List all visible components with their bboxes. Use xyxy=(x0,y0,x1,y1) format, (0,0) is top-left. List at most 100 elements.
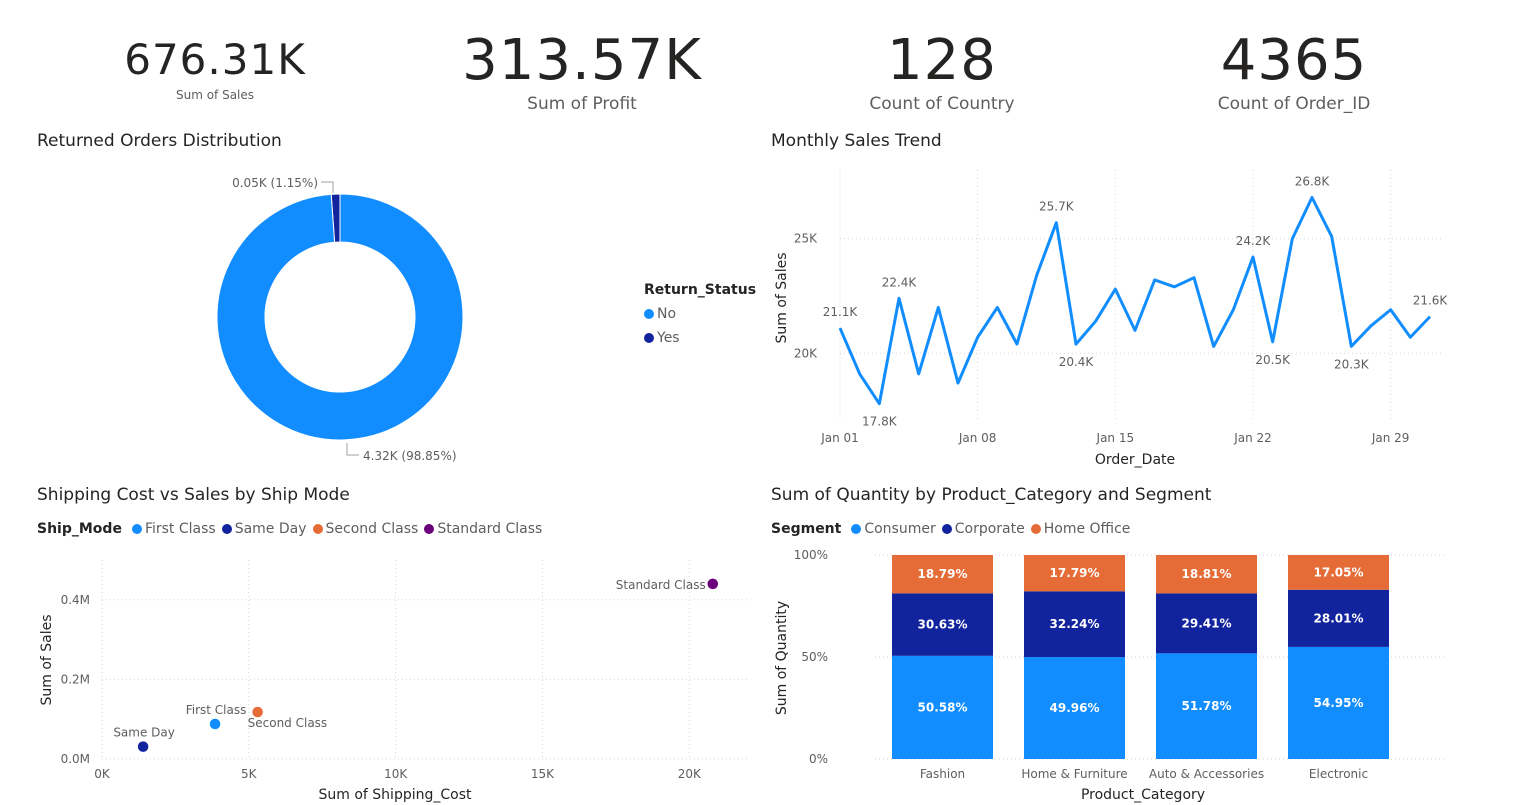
bar-data-label: 18.81% xyxy=(1182,567,1232,581)
legend-item-yes[interactable]: Yes xyxy=(644,330,756,346)
scatter-point-label: First Class xyxy=(186,703,247,717)
y-tick-label: 100% xyxy=(794,548,828,562)
kpi-label: Sum of Sales xyxy=(175,88,255,102)
legend-dot-icon xyxy=(312,524,323,534)
bar-data-label: 17.79% xyxy=(1050,566,1100,580)
x-tick-label: Jan 01 xyxy=(820,431,859,445)
scatter-point-same-day xyxy=(137,740,149,753)
quantity-title: Sum of Quantity by Product_Category and … xyxy=(771,485,1212,505)
legend-label: Second Class xyxy=(325,521,419,537)
donut-leader-line xyxy=(321,181,334,193)
scatter-point-first-class xyxy=(209,718,221,730)
monthly-sales-line-chart[interactable]: 20K 25K Jan 01 Jan 08 Jan 15 Jan 22 Jan 29 Orde… xyxy=(765,160,1465,472)
legend-dot-icon xyxy=(644,333,654,343)
shipping-cost-scatter-chart[interactable]: 0.0M 0.2M 0.4M 0K 5K 10K 15K 20K Sum of Shipping… xyxy=(30,548,760,805)
legend-title: Return_Status xyxy=(644,282,757,298)
legend-item-corporate[interactable]: Corporate xyxy=(936,521,1025,537)
legend-dot-icon xyxy=(644,309,654,319)
y-tick-label: 0.4M xyxy=(61,593,90,607)
x-tick-label: Fashion xyxy=(920,767,965,781)
bar-data-label: 30.63% xyxy=(918,618,968,632)
bar-data-label: 51.78% xyxy=(1182,699,1232,713)
legend-item-standard-class[interactable]: Standard Class xyxy=(418,521,542,537)
x-tick-label: 10K xyxy=(384,767,408,781)
bar-data-label: 54.95% xyxy=(1314,696,1364,710)
line-data-label: 25.7K xyxy=(1039,200,1075,214)
y-axis-title: Sum of Sales xyxy=(774,252,790,343)
x-tick-label: Jan 22 xyxy=(1233,431,1272,445)
returned-orders-title: Returned Orders Distribution xyxy=(37,131,282,151)
x-tick-label: Home & Furniture xyxy=(1021,767,1127,781)
line-data-label: 20.4K xyxy=(1059,355,1095,369)
legend-label: Yes xyxy=(657,330,680,346)
kpi-value: 676.31K xyxy=(124,35,306,84)
x-tick-label: Jan 08 xyxy=(958,431,997,445)
bar-data-label: 28.01% xyxy=(1314,611,1364,625)
legend-label: Standard Class xyxy=(437,521,543,537)
legend-dot-icon xyxy=(424,524,435,534)
bar-data-label: 29.41% xyxy=(1182,616,1232,630)
line-data-label: 24.2K xyxy=(1236,234,1272,248)
scatter-point-standard-class xyxy=(707,578,719,590)
kpi-value: 128 xyxy=(887,28,997,93)
x-tick-label: 20K xyxy=(678,767,702,781)
monthly-sales-title: Monthly Sales Trend xyxy=(771,131,942,151)
y-tick-label: 20K xyxy=(794,346,818,360)
scatter-point-label: Standard Class xyxy=(616,578,706,592)
y-tick-label: 0.2M xyxy=(61,672,90,686)
kpi-label: Count of Order_ID xyxy=(1217,94,1371,114)
kpi-sum-of-sales: 676.31K Sum of Sales xyxy=(95,34,335,102)
x-tick-label: 15K xyxy=(531,767,555,781)
x-tick-label: 5K xyxy=(241,767,258,781)
legend-label: Consumer xyxy=(864,521,936,537)
legend-item-same-day[interactable]: Same Day xyxy=(216,521,307,537)
sales-line xyxy=(838,195,1432,406)
bar-data-label: 32.24% xyxy=(1050,617,1100,631)
kpi-value: 313.57K xyxy=(462,28,702,93)
bar-data-label: 49.96% xyxy=(1050,701,1100,715)
kpi-label: Sum of Profit xyxy=(527,94,637,114)
shipping-cost-title: Shipping Cost vs Sales by Ship Mode xyxy=(37,485,350,505)
legend-dot-icon xyxy=(221,524,232,534)
y-tick-label: 0% xyxy=(809,752,828,766)
legend-dot-icon xyxy=(131,524,142,534)
donut-data-label: 0.05K (1.15%) xyxy=(232,176,318,190)
legend-item-first-class[interactable]: First Class xyxy=(126,521,216,537)
line-data-label: 20.3K xyxy=(1334,357,1370,371)
legend-item-second-class[interactable]: Second Class xyxy=(307,521,419,537)
line-data-label: 21.1K xyxy=(823,305,859,319)
legend-dot-icon xyxy=(941,524,952,534)
returned-orders-donut-chart[interactable]: 0.05K (1.15%) 4.32K (98.85%) xyxy=(200,165,500,475)
kpi-count-of-order-id: 4365 Count of Order_ID xyxy=(1144,28,1444,114)
kpi-label: Count of Country xyxy=(869,94,1015,114)
y-axis-title: Sum of Quantity xyxy=(774,601,790,715)
legend-title: Segment xyxy=(771,521,842,537)
x-axis-title: Order_Date xyxy=(1095,452,1175,468)
bar-data-label: 50.58% xyxy=(918,700,968,714)
y-tick-label: 0.0M xyxy=(61,752,90,766)
legend-item-consumer[interactable]: Consumer xyxy=(845,521,936,537)
bar-data-label: 18.79% xyxy=(918,567,968,581)
legend-label: Same Day xyxy=(234,521,307,537)
x-tick-label: Jan 15 xyxy=(1096,431,1135,445)
kpi-count-of-country: 128 Count of Country xyxy=(792,28,1092,114)
ship-mode-legend: Ship_Mode First Class Same Day Second Class… xyxy=(37,521,542,537)
bar-data-label: 17.05% xyxy=(1314,565,1364,579)
x-tick-label: 0K xyxy=(94,767,111,781)
y-tick-label: 25K xyxy=(794,232,818,246)
quantity-stacked-bar-chart[interactable]: 0% 50% 100% Sum of Quantity Product_Category… xyxy=(765,545,1465,805)
x-axis-title: Product_Category xyxy=(1081,787,1205,803)
y-tick-label: 50% xyxy=(801,650,828,664)
legend-item-no[interactable]: No xyxy=(644,306,756,322)
legend-item-home-office[interactable]: Home Office xyxy=(1025,521,1130,537)
legend-label: First Class xyxy=(144,521,216,537)
line-data-label: 17.8K xyxy=(862,415,898,429)
legend-dot-icon xyxy=(851,524,862,534)
kpi-sum-of-profit: 313.57K Sum of Profit xyxy=(432,28,732,114)
line-data-label: 26.8K xyxy=(1295,174,1331,188)
y-axis-title: Sum of Sales xyxy=(39,614,55,705)
donut-slice-no xyxy=(216,193,464,441)
legend-title: Ship_Mode xyxy=(37,521,122,537)
scatter-point-label: Second Class xyxy=(248,716,328,730)
scatter-point-label: Same Day xyxy=(113,726,175,740)
